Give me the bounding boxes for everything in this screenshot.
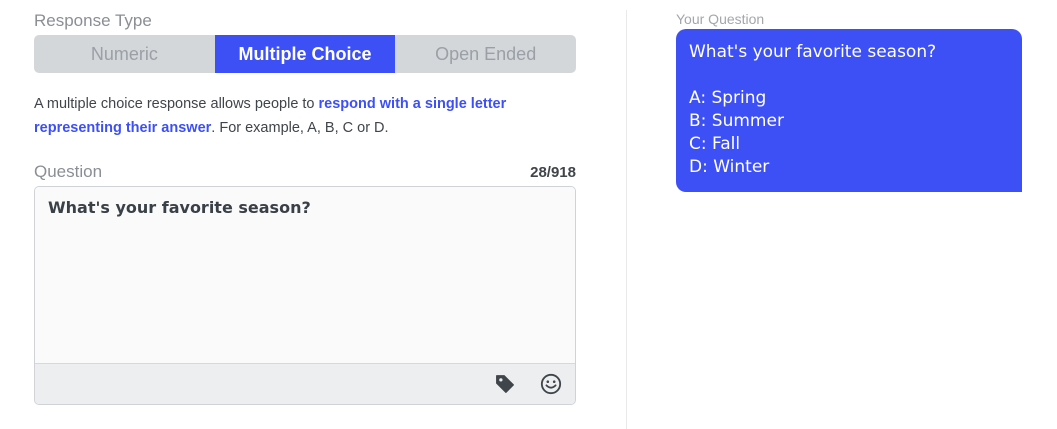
preview-option-d: D: Winter <box>689 157 770 177</box>
description-prefix: A multiple choice response allows people… <box>34 96 319 112</box>
emoji-icon[interactable] <box>539 372 563 396</box>
preview-option-b: B: Summer <box>689 111 784 131</box>
response-type-selector: Numeric Multiple Choice Open Ended <box>34 35 576 73</box>
segment-open-ended[interactable]: Open Ended <box>395 35 576 73</box>
preview-option-a: A: Spring <box>689 88 767 108</box>
question-header: Question 28/918 <box>34 161 576 183</box>
tag-icon[interactable] <box>493 372 517 396</box>
question-label: Question <box>34 162 103 181</box>
question-preview-bubble: What's your favorite season? A: Spring B… <box>676 29 1022 192</box>
character-counter: 28/918 <box>530 164 576 181</box>
preview-question: What's your favorite season? <box>689 42 937 62</box>
description-suffix: . For example, A, B, C or D. <box>211 120 389 136</box>
response-type-label: Response Type <box>34 11 152 30</box>
segment-numeric[interactable]: Numeric <box>34 35 215 73</box>
column-divider <box>626 10 627 429</box>
question-editor: What's your favorite season? <box>34 186 576 405</box>
segment-multiple-choice[interactable]: Multiple Choice <box>214 35 396 73</box>
preview-label: Your Question <box>676 11 765 27</box>
response-editor-page: Response Type Numeric Multiple Choice Op… <box>0 0 1057 429</box>
editor-toolbar <box>35 363 575 404</box>
editor-panel: Response Type Numeric Multiple Choice Op… <box>34 10 576 405</box>
preview-option-c: C: Fall <box>689 134 741 154</box>
preview-panel: Your Question What's your favorite seaso… <box>676 10 1022 192</box>
question-input[interactable]: What's your favorite season? <box>35 187 575 363</box>
response-type-description: A multiple choice response allows people… <box>34 92 554 140</box>
